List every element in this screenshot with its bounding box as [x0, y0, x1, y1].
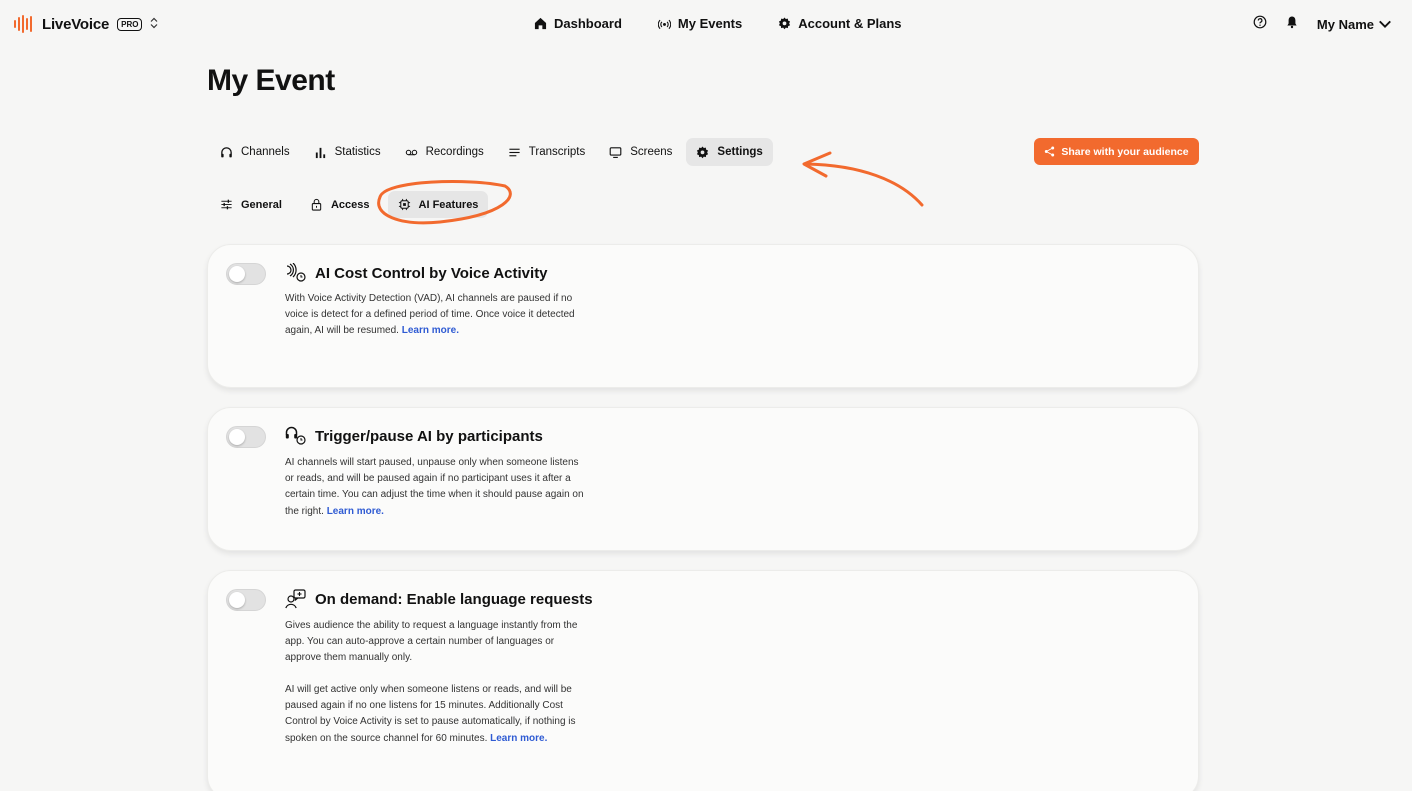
share-with-audience-button[interactable]: Share with your audience — [1034, 138, 1199, 165]
tab-screens[interactable]: Screens — [599, 138, 682, 166]
share-button-label: Share with your audience — [1061, 145, 1189, 158]
gear-icon — [779, 17, 791, 30]
sliders-icon — [221, 199, 232, 210]
logo-icon — [14, 15, 32, 33]
lines-icon — [509, 148, 520, 156]
learn-more-link[interactable]: Learn more. — [490, 733, 547, 744]
tab-transcripts[interactable]: Transcripts — [498, 138, 595, 166]
subtab-ai-features-label: AI Features — [418, 198, 479, 211]
chevron-down-icon — [1378, 17, 1392, 33]
tab-statistics-label: Statistics — [334, 146, 381, 158]
settings-subtabs: General Access AI Features — [210, 191, 489, 218]
subtab-ai-features[interactable]: AI Features — [387, 191, 489, 218]
tab-recordings-label: Recordings — [425, 146, 484, 158]
nav-account-plans-label: Account & Plans — [798, 16, 902, 31]
nav-dashboard[interactable]: Dashboard — [534, 16, 622, 31]
event-tabs: Channels Statistics Recordings Transcrip… — [210, 138, 773, 166]
pro-badge: PRO — [117, 17, 143, 31]
tab-channels-label: Channels — [241, 146, 290, 158]
feature-card-language-requests: On demand: Enable language requests Give… — [207, 570, 1199, 791]
card-description: AI channels will start paused, unpause o… — [285, 455, 585, 520]
card-header: On demand: Enable language requests — [285, 589, 593, 609]
card-description: With Voice Activity Detection (VAD), AI … — [285, 291, 585, 340]
subtab-general[interactable]: General — [210, 191, 292, 218]
monitor-icon — [609, 146, 622, 158]
learn-more-link[interactable]: Learn more. — [327, 506, 384, 517]
chevron-updown-icon[interactable] — [150, 17, 158, 32]
top-navigation-bar: LiveVoice PRO Dashboard My Events Accoun… — [0, 0, 1412, 50]
main-navigation: Dashboard My Events Account & Plans — [534, 16, 902, 31]
language-requests-toggle[interactable] — [226, 589, 266, 611]
bell-icon[interactable] — [1285, 15, 1299, 34]
subtab-access-label: Access — [330, 198, 370, 211]
annotation-arrowhead — [802, 151, 832, 178]
bar-chart-icon — [315, 147, 325, 158]
voice-timer-icon — [286, 263, 306, 282]
home-icon — [534, 17, 547, 30]
feature-card-trigger-pause: Trigger/pause AI by participants AI chan… — [207, 407, 1199, 551]
user-controls: My Name — [1253, 15, 1392, 34]
card-title: AI Cost Control by Voice Activity — [315, 264, 548, 282]
card-description: Gives audience the ability to request a … — [285, 620, 578, 664]
nav-my-events-label: My Events — [677, 16, 743, 31]
help-icon[interactable] — [1253, 15, 1267, 34]
voicemail-icon — [405, 149, 417, 155]
card-header: Trigger/pause AI by participants — [285, 426, 543, 446]
broadcast-icon — [657, 19, 671, 30]
share-icon — [1045, 146, 1055, 157]
tab-settings-label: Settings — [717, 146, 763, 158]
voice-activity-toggle[interactable] — [226, 263, 266, 285]
nav-dashboard-label: Dashboard — [554, 16, 622, 31]
user-menu[interactable]: My Name — [1317, 17, 1392, 33]
card-title: Trigger/pause AI by participants — [315, 427, 543, 445]
gear-icon — [697, 145, 709, 158]
headphones-icon — [221, 146, 232, 157]
tab-transcripts-label: Transcripts — [528, 146, 586, 158]
tab-recordings[interactable]: Recordings — [395, 138, 494, 166]
lock-icon — [311, 198, 322, 211]
nav-my-events[interactable]: My Events — [657, 16, 743, 31]
tab-screens-label: Screens — [630, 146, 673, 158]
brand-name: LiveVoice — [42, 15, 110, 33]
tab-channels[interactable]: Channels — [210, 138, 300, 166]
nav-account-plans[interactable]: Account & Plans — [778, 16, 902, 31]
page-title: My Event — [207, 64, 335, 97]
tab-settings[interactable]: Settings — [686, 138, 773, 166]
chip-icon — [398, 198, 410, 211]
user-request-icon — [285, 589, 306, 609]
annotation-arrow — [804, 162, 924, 207]
card-title: On demand: Enable language requests — [315, 590, 593, 608]
subtab-general-label: General — [241, 198, 282, 211]
tab-statistics[interactable]: Statistics — [304, 138, 391, 166]
subtab-access[interactable]: Access — [300, 191, 380, 218]
trigger-pause-toggle[interactable] — [226, 426, 266, 448]
user-name: My Name — [1316, 17, 1374, 32]
feature-card-voice-activity: AI Cost Control by Voice Activity With V… — [207, 244, 1199, 388]
card-header: AI Cost Control by Voice Activity — [285, 263, 548, 283]
learn-more-link[interactable]: Learn more. — [402, 325, 459, 336]
brand-switcher[interactable]: LiveVoice PRO — [14, 15, 158, 33]
headphones-timer-icon — [285, 426, 306, 445]
card-description-secondary: AI will get active only when someone lis… — [285, 682, 585, 747]
